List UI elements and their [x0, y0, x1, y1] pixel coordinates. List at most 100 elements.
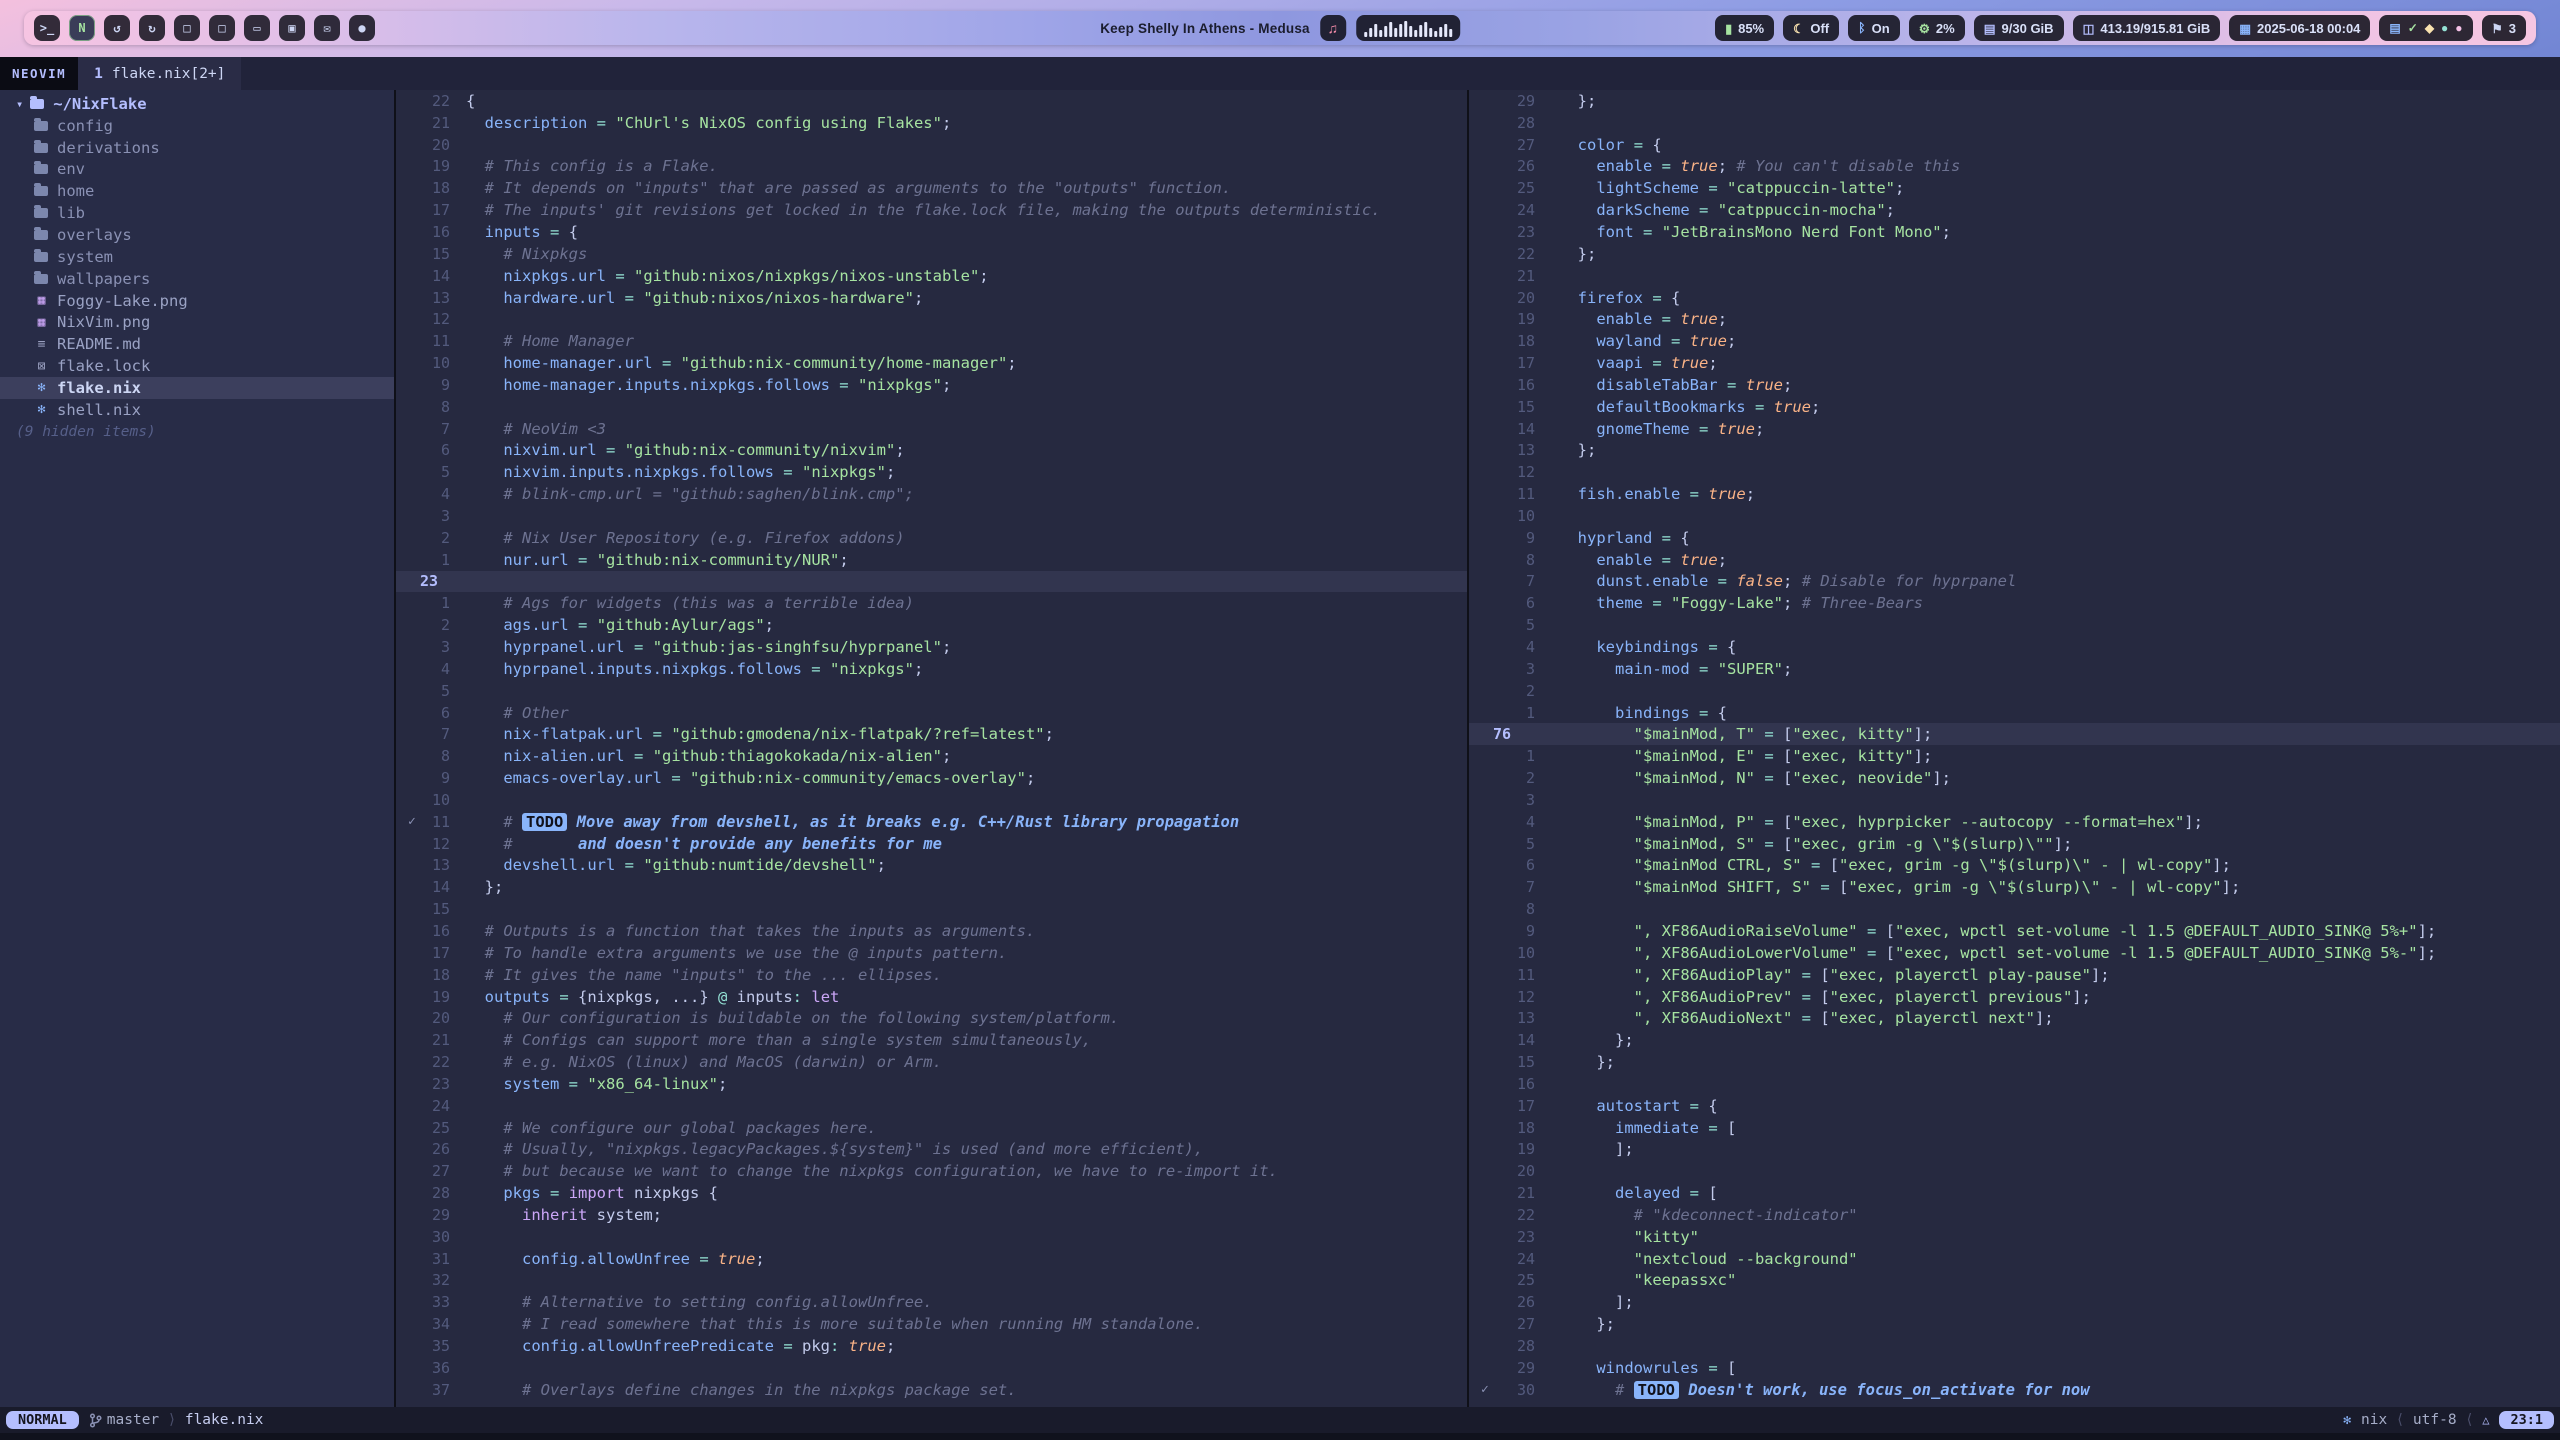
code-line[interactable]: 20 # Our configuration is buildable on t… — [396, 1007, 1467, 1029]
workspace-neovim-icon[interactable]: N — [69, 15, 95, 41]
code-line[interactable]: 16 # Outputs is a function that takes th… — [396, 920, 1467, 942]
tree-folder-lib[interactable]: lib — [0, 202, 394, 224]
current-line[interactable]: 76 "$mainMod, T" = ["exec, kitty"]; — [1469, 723, 2560, 745]
code-line[interactable]: 25 lightScheme = "catppuccin-latte"; — [1469, 177, 2560, 199]
workspace-monitor-icon[interactable]: ▭ — [244, 15, 270, 41]
code-line[interactable]: 1 nur.url = "github:nix-community/NUR"; — [396, 549, 1467, 571]
workspace-history-back-icon[interactable]: ↺ — [104, 15, 130, 41]
bluetooth-widget[interactable]: ᛒOn — [1848, 15, 1900, 41]
code-line[interactable]: 29 windowrules = [ — [1469, 1357, 2560, 1379]
code-line[interactable]: 2 — [1469, 680, 2560, 702]
code-line[interactable]: 1 # Ags for widgets (this was a terrible… — [396, 592, 1467, 614]
code-line[interactable]: 10 — [1469, 505, 2560, 527]
code-line[interactable]: 15 # Nixpkgs — [396, 243, 1467, 265]
tree-file-README.md[interactable]: ≡README.md — [0, 333, 394, 355]
code-line[interactable]: 5 nixvim.inputs.nixpkgs.follows = "nixpk… — [396, 461, 1467, 483]
code-line[interactable]: 17 vaapi = true; — [1469, 352, 2560, 374]
cpu-widget[interactable]: ⚙2% — [1909, 15, 1965, 41]
code-line[interactable]: 14 }; — [396, 876, 1467, 898]
workspace-misc-icon[interactable]: ● — [349, 15, 375, 41]
code-line[interactable]: 15 — [396, 898, 1467, 920]
code-line[interactable]: 17 autostart = { — [1469, 1095, 2560, 1117]
code-line[interactable]: 19 ]; — [1469, 1139, 2560, 1161]
tree-file-shell.nix[interactable]: ✻shell.nix — [0, 399, 394, 421]
code-line[interactable]: 27 color = { — [1469, 134, 2560, 156]
code-line[interactable]: 37 # Overlays define changes in the nixp… — [396, 1379, 1467, 1401]
editor-pane-right[interactable]: 29 };2827 color = {26 enable = true; # Y… — [1469, 90, 2560, 1407]
code-line[interactable]: 21 delayed = [ — [1469, 1182, 2560, 1204]
code-line[interactable]: 4 # blink-cmp.url = "github:saghen/blink… — [396, 483, 1467, 505]
tree-file-Foggy-Lake.png[interactable]: ▦Foggy-Lake.png — [0, 290, 394, 312]
code-line[interactable]: 19 outputs = {nixpkgs, ...} @ inputs: le… — [396, 986, 1467, 1008]
code-line[interactable]: 12 — [1469, 461, 2560, 483]
code-line[interactable]: 8 enable = true; — [1469, 549, 2560, 571]
code-line[interactable]: 3 hyprpanel.url = "github:jas-singhfsu/h… — [396, 636, 1467, 658]
code-line[interactable]: 36 — [396, 1357, 1467, 1379]
code-line[interactable]: 2 # Nix User Repository (e.g. Firefox ad… — [396, 527, 1467, 549]
code-line[interactable]: 13 hardware.url = "github:nixos/nixos-ha… — [396, 287, 1467, 309]
code-line[interactable]: 3 — [1469, 789, 2560, 811]
code-line[interactable]: 11 # Home Manager — [396, 330, 1467, 352]
code-line[interactable]: 21 description = "ChUrl's NixOS config u… — [396, 112, 1467, 134]
code-line[interactable]: 15 }; — [1469, 1051, 2560, 1073]
code-line[interactable]: 19 enable = true; — [1469, 308, 2560, 330]
code-line[interactable]: 8 — [396, 396, 1467, 418]
code-line[interactable]: 25 # We configure our global packages he… — [396, 1117, 1467, 1139]
code-line[interactable]: ✓11 # TODO Move away from devshell, as i… — [396, 811, 1467, 833]
code-line[interactable]: 16 — [1469, 1073, 2560, 1095]
code-line[interactable]: 23 system = "x86_64-linux"; — [396, 1073, 1467, 1095]
night-mode-widget[interactable]: ☾Off — [1783, 15, 1839, 41]
code-line[interactable]: 17 # To handle extra arguments we use th… — [396, 942, 1467, 964]
code-line[interactable]: 29 }; — [1469, 90, 2560, 112]
code-line[interactable]: 1 bindings = { — [1469, 702, 2560, 724]
code-line[interactable]: 28 — [1469, 1335, 2560, 1357]
tray-sync-ok-icon[interactable]: ✓ — [2408, 21, 2418, 35]
code-line[interactable]: 14 nixpkgs.url = "github:nixos/nixpkgs/n… — [396, 265, 1467, 287]
code-line[interactable]: 30 — [396, 1226, 1467, 1248]
code-line[interactable]: 1 "$mainMod, E" = ["exec, kitty"]; — [1469, 745, 2560, 767]
tab-flake-nix[interactable]: 1 flake.nix[2+] — [78, 57, 241, 90]
code-line[interactable]: 24 — [396, 1095, 1467, 1117]
code-line[interactable]: 8 nix-alien.url = "github:thiagokokada/n… — [396, 745, 1467, 767]
code-line[interactable]: 20 — [1469, 1160, 2560, 1182]
workspace-workspace-5-icon[interactable]: □ — [174, 15, 200, 41]
music-widget[interactable]: Keep Shelly In Athens - Medusa ♫ — [1100, 15, 1460, 41]
code-line[interactable]: 2 "$mainMod, N" = ["exec, neovide"]; — [1469, 767, 2560, 789]
code-line[interactable]: 23 "kitty" — [1469, 1226, 2560, 1248]
code-line[interactable]: 5 — [396, 680, 1467, 702]
music-note-icon[interactable]: ♫ — [1320, 15, 1346, 41]
code-line[interactable]: 20 firefox = { — [1469, 287, 2560, 309]
code-line[interactable]: 31 config.allowUnfree = true; — [396, 1248, 1467, 1270]
code-line[interactable]: 7 dunst.enable = false; # Disable for hy… — [1469, 571, 2560, 593]
tree-root-nixflake[interactable]: ▾ ~/NixFlake — [0, 93, 394, 115]
code-line[interactable]: 6 "$mainMod CTRL, S" = ["exec, grim -g \… — [1469, 855, 2560, 877]
code-line[interactable]: 22{ — [396, 90, 1467, 112]
code-line[interactable]: 9 ", XF86AudioRaiseVolume" = ["exec, wpc… — [1469, 920, 2560, 942]
code-line[interactable]: 28 — [1469, 112, 2560, 134]
clock-widget[interactable]: ▦2025-06-18 00:04 — [2229, 15, 2370, 41]
code-line[interactable]: 15 defaultBookmarks = true; — [1469, 396, 2560, 418]
code-line[interactable]: 28 pkgs = import nixpkgs { — [396, 1182, 1467, 1204]
tray-teal-app-icon[interactable]: ● — [2441, 21, 2448, 35]
code-line[interactable]: 12 ", XF86AudioPrev" = ["exec, playerctl… — [1469, 986, 2560, 1008]
code-line[interactable]: 27 }; — [1469, 1313, 2560, 1335]
code-line[interactable]: 21 # Configs can support more than a sin… — [396, 1029, 1467, 1051]
code-line[interactable]: 3 main-mod = "SUPER"; — [1469, 658, 2560, 680]
workspace-gallery-icon[interactable]: ▣ — [279, 15, 305, 41]
code-line[interactable]: 6 nixvim.url = "github:nix-community/nix… — [396, 440, 1467, 462]
code-line[interactable]: ✓30 # TODO Doesn't work, use focus_on_ac… — [1469, 1379, 2560, 1401]
code-line[interactable]: 18 # It gives the name "inputs" to the .… — [396, 964, 1467, 986]
notifications-widget[interactable]: ⚑3 — [2482, 15, 2526, 41]
code-line[interactable]: 7 "$mainMod SHIFT, S" = ["exec, grim -g … — [1469, 876, 2560, 898]
disk-widget[interactable]: ◫413.19/915.81 GiB — [2073, 15, 2221, 41]
code-line[interactable]: 14 }; — [1469, 1029, 2560, 1051]
tray-keyboard-icon[interactable]: ▤ — [2389, 21, 2400, 35]
code-line[interactable]: 22 # e.g. NixOS (linux) and MacOS (darwi… — [396, 1051, 1467, 1073]
code-line[interactable]: 34 # I read somewhere that this is more … — [396, 1313, 1467, 1335]
code-line[interactable]: 27 # but because we want to change the n… — [396, 1160, 1467, 1182]
current-line[interactable]: 23 — [396, 571, 1467, 593]
code-line[interactable]: 23 font = "JetBrainsMono Nerd Font Mono"… — [1469, 221, 2560, 243]
tray-shield-icon[interactable]: ◆ — [2425, 21, 2434, 35]
code-line[interactable]: 29 inherit system; — [396, 1204, 1467, 1226]
code-line[interactable]: 13 }; — [1469, 440, 2560, 462]
